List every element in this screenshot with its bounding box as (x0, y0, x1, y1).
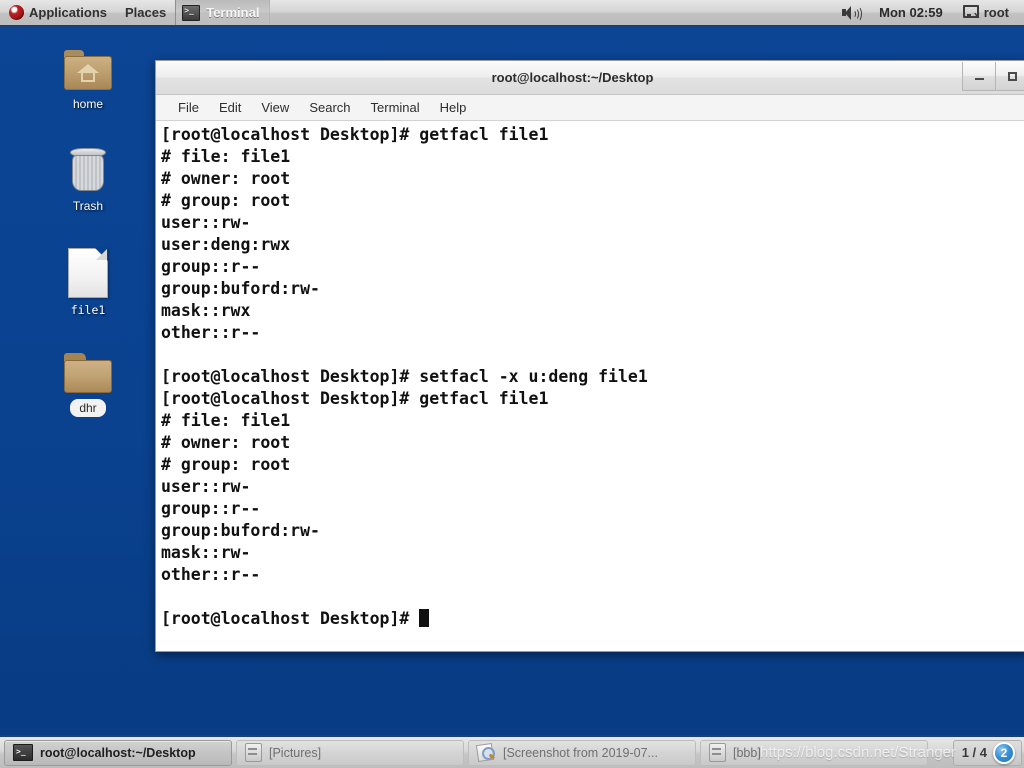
top-panel-right: Mon 02:59 x root (833, 0, 1024, 25)
user-menu[interactable]: x root (953, 0, 1018, 25)
applications-menu[interactable]: Applications (0, 0, 116, 25)
terminal-window[interactable]: root@localhost:~/Desktop File Edit View … (155, 60, 1024, 652)
taskbar-window-terminal[interactable]: root@localhost:~/Desktop (4, 739, 232, 766)
top-panel-active-window-label: Terminal (206, 5, 260, 20)
terminal-cursor (419, 609, 430, 627)
taskbar-window-label: [bbb] (733, 745, 761, 760)
taskbar-window-label: [Screenshot from 2019-07... (503, 745, 658, 760)
top-panel-active-window[interactable]: Terminal (175, 0, 271, 25)
desktop-icon-home[interactable]: home (46, 50, 130, 112)
menu-edit[interactable]: Edit (209, 97, 251, 119)
workspace-switcher[interactable]: 1 / 4 2 (952, 739, 1022, 766)
menu-view[interactable]: View (251, 97, 299, 119)
menu-bar: File Edit View Search Terminal Help (156, 95, 1024, 121)
taskbar: root@localhost:~/Desktop [Pictures] [Scr… (0, 735, 1024, 768)
menu-terminal[interactable]: Terminal (361, 97, 430, 119)
workspace-indicator-label: 1 / 4 (961, 745, 987, 760)
places-menu-label: Places (125, 5, 167, 20)
menu-file[interactable]: File (168, 97, 209, 119)
file-icon (68, 248, 108, 298)
network-disconnected-icon: x (962, 5, 980, 21)
taskbar-window-pictures[interactable]: [Pictures] (236, 739, 464, 766)
terminal-prompt: [root@localhost Desktop]# (161, 609, 420, 628)
desktop-icon-label: Trash (72, 199, 104, 213)
workspace-badge: 2 (993, 741, 1015, 764)
clock[interactable]: Mon 02:59 (869, 5, 953, 20)
speaker-icon (842, 5, 863, 22)
top-panel-left: Applications Places Terminal (0, 0, 271, 25)
minimize-icon (974, 77, 984, 80)
desktop-icon-trash[interactable]: Trash (46, 148, 130, 214)
window-controls (962, 62, 1024, 92)
terminal-scrollback: [root@localhost Desktop]# getfacl file1 … (161, 125, 648, 584)
trash-icon (67, 148, 109, 194)
desktop-icon-dhr[interactable]: dhr (46, 353, 130, 417)
menu-search[interactable]: Search (299, 97, 360, 119)
terminal-icon (13, 744, 33, 761)
places-menu[interactable]: Places (116, 0, 175, 25)
screenshot-icon (475, 742, 496, 763)
terminal-output-area[interactable]: [root@localhost Desktop]# getfacl file1 … (156, 121, 1024, 651)
maximize-icon (1007, 71, 1017, 81)
window-title: root@localhost:~/Desktop (491, 70, 654, 85)
files-icon (245, 743, 262, 762)
desktop-icon-label: dhr (70, 399, 106, 417)
home-folder-icon (64, 50, 112, 92)
minimize-button[interactable] (962, 62, 996, 91)
taskbar-window-bbb[interactable]: [bbb] (700, 739, 928, 766)
menu-help[interactable]: Help (430, 97, 477, 119)
maximize-button[interactable] (995, 62, 1024, 91)
user-menu-label: root (983, 5, 1009, 20)
files-icon (709, 743, 726, 762)
desktop-icon-label: file1 (70, 303, 106, 317)
applications-menu-label: Applications (29, 5, 108, 20)
taskbar-window-label: [Pictures] (269, 745, 322, 760)
desktop-icon-file1[interactable]: file1 (46, 248, 130, 318)
top-panel: Applications Places Terminal Mon 02:59 x… (0, 0, 1024, 27)
taskbar-window-screenshot[interactable]: [Screenshot from 2019-07... (468, 739, 696, 766)
folder-icon (64, 353, 112, 395)
volume-applet[interactable] (833, 0, 869, 25)
terminal-output-text: [root@localhost Desktop]# getfacl file1 … (159, 124, 1024, 630)
terminal-icon (182, 4, 201, 21)
fedora-logo-icon (9, 5, 24, 20)
desktop-icon-label: home (72, 97, 104, 111)
window-title-bar[interactable]: root@localhost:~/Desktop (156, 61, 1024, 95)
taskbar-window-label: root@localhost:~/Desktop (40, 745, 196, 760)
